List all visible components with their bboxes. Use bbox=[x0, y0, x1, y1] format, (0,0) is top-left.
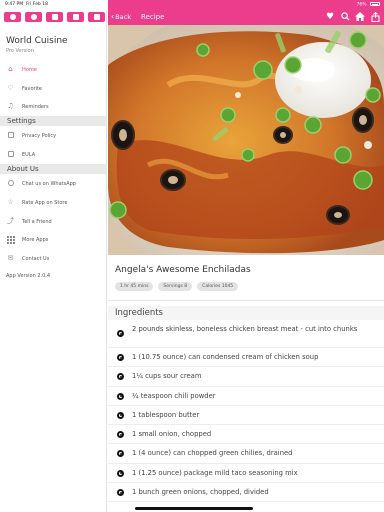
sidebar-item-label: Privacy Policy bbox=[22, 133, 57, 139]
radio-icon bbox=[117, 431, 124, 439]
sidebar-item-favorite[interactable]: ♡ Favorite bbox=[0, 81, 107, 96]
recipe-title: Angela's Awesome Enchiladas bbox=[115, 265, 251, 275]
share-icon[interactable] bbox=[370, 11, 380, 25]
ingredient-item[interactable]: ¼ teaspoon chili powder bbox=[108, 387, 384, 406]
mail-icon: ✉ bbox=[7, 254, 14, 262]
battery-icon bbox=[370, 2, 380, 6]
home-icon[interactable] bbox=[355, 12, 365, 25]
sidebar-item-label: Favorite bbox=[22, 86, 42, 92]
sidebar-item-label: Contact Us bbox=[22, 256, 50, 262]
app-title: World Cuisine bbox=[6, 36, 68, 46]
ingredient-item[interactable]: 1 (1.25 ounce) package mild taco seasoni… bbox=[108, 464, 384, 484]
document-icon bbox=[7, 151, 14, 158]
sidebar: World Cuisine Pro Version ⌂ Home ♡ Favor… bbox=[0, 10, 107, 512]
calories-badge: Calories 1045 bbox=[197, 282, 239, 291]
radio-icon bbox=[117, 330, 124, 337]
app-version: App Version 2.0.4 bbox=[6, 273, 51, 279]
sidebar-item-label: Chat us on WhatsApp bbox=[22, 181, 76, 187]
time-badge: 1 hr 45 mins bbox=[115, 282, 154, 291]
servings-badge: Servings 8 bbox=[158, 282, 193, 291]
back-button[interactable]: ‹ Back bbox=[111, 12, 131, 22]
share-icon: ⤴ bbox=[7, 217, 14, 225]
linkedin-icon[interactable] bbox=[67, 12, 84, 22]
heart-icon[interactable]: ♥ bbox=[325, 12, 335, 25]
ingredient-item[interactable]: 2 pounds skinless, boneless chicken brea… bbox=[108, 320, 384, 348]
navbar: ‹ Back Recipe ♥ bbox=[108, 10, 384, 25]
status-bar-left: 9:47 PM Fri Feb 18 bbox=[0, 0, 107, 10]
ingredient-text: 1 (4 ounce) can chopped green chilies, d… bbox=[132, 449, 293, 458]
home-icon: ⌂ bbox=[8, 65, 13, 73]
status-time: 9:47 PM Fri Feb 18 bbox=[5, 2, 48, 7]
social-links bbox=[4, 12, 105, 22]
ingredient-text: ¼ teaspoon chili powder bbox=[132, 391, 216, 400]
radio-icon bbox=[117, 354, 124, 361]
share-icon[interactable] bbox=[4, 12, 21, 22]
radio-icon bbox=[117, 489, 124, 497]
sidebar-item-privacy-policy[interactable]: Privacy Policy bbox=[0, 128, 107, 143]
home-indicator bbox=[135, 507, 253, 510]
chat-icon bbox=[7, 180, 14, 187]
ingredient-text: 1 bunch green onions, chopped, divided bbox=[132, 488, 269, 497]
star-icon: ☆ bbox=[7, 198, 14, 206]
ingredient-text: 2 pounds skinless, boneless chicken brea… bbox=[132, 325, 358, 333]
search-icon[interactable] bbox=[340, 12, 350, 25]
heart-icon: ♡ bbox=[7, 84, 14, 92]
ingredient-text: 1¼ cups sour cream bbox=[132, 372, 202, 381]
ingredient-text: 1 tablespoon butter bbox=[132, 410, 200, 419]
recipe-meta: 1 hr 45 mins Servings 8 Calories 1045 bbox=[115, 282, 239, 291]
ingredient-item[interactable]: 1 (4 ounce) can chopped green chilies, d… bbox=[108, 444, 384, 464]
recipe-photo bbox=[108, 25, 384, 255]
chevron-left-icon: ‹ bbox=[111, 12, 115, 21]
youtube-icon[interactable] bbox=[88, 12, 105, 22]
divider bbox=[108, 300, 384, 301]
ingredient-text: 1 (1.25 ounce) package mild taco seasoni… bbox=[132, 468, 298, 477]
sidebar-item-tell-friend[interactable]: ⤴ Tell a Friend bbox=[0, 214, 107, 229]
twitter-icon[interactable] bbox=[46, 12, 63, 22]
sidebar-item-whatsapp[interactable]: Chat us on WhatsApp bbox=[0, 176, 107, 191]
radio-icon bbox=[117, 469, 124, 477]
ingredient-item[interactable]: 1¼ cups sour cream bbox=[108, 367, 384, 387]
ingredient-item[interactable]: 1 tablespoon butter bbox=[108, 406, 384, 426]
sidebar-item-rate-app[interactable]: ☆ Rate App on Store bbox=[0, 195, 107, 210]
back-label: Back bbox=[115, 13, 131, 21]
sidebar-item-label: Rate App on Store bbox=[22, 200, 68, 206]
battery-percent: 76% bbox=[356, 2, 367, 8]
ingredient-text: 1 (10.75 ounce) can condensed cream of c… bbox=[132, 353, 319, 361]
sidebar-item-label: EULA bbox=[22, 152, 36, 158]
dribbble-icon[interactable] bbox=[25, 12, 42, 22]
ingredients-list: 2 pounds skinless, boneless chicken brea… bbox=[108, 320, 384, 503]
radio-icon bbox=[117, 411, 124, 419]
ingredient-item[interactable]: 1 bunch green onions, chopped, divided bbox=[108, 483, 384, 503]
radio-icon bbox=[117, 450, 124, 458]
status-bar-right: 76% bbox=[108, 0, 384, 10]
ingredients-header: Ingredients bbox=[108, 306, 384, 320]
nav-actions: ♥ bbox=[325, 11, 380, 25]
grid-icon bbox=[7, 236, 15, 244]
sidebar-item-label: Reminders bbox=[22, 104, 49, 110]
section-header-settings: Settings bbox=[0, 116, 107, 126]
ingredient-item[interactable]: 1 small onion, chopped bbox=[108, 425, 384, 445]
radio-icon bbox=[117, 373, 124, 381]
sidebar-item-reminders[interactable]: ♫ Reminders bbox=[0, 99, 107, 114]
sidebar-item-eula[interactable]: EULA bbox=[0, 147, 107, 162]
sidebar-item-home[interactable]: ⌂ Home bbox=[0, 62, 107, 77]
ingredient-text: 1 small onion, chopped bbox=[132, 430, 212, 439]
radio-icon bbox=[117, 392, 124, 400]
document-icon bbox=[7, 132, 14, 139]
app-subtitle: Pro Version bbox=[6, 48, 34, 54]
sidebar-item-label: More Apps bbox=[22, 237, 49, 243]
sidebar-item-contact[interactable]: ✉ Contact Us bbox=[0, 251, 107, 266]
sidebar-item-more-apps[interactable]: More Apps bbox=[0, 232, 107, 247]
ingredient-item[interactable]: 1 (10.75 ounce) can condensed cream of c… bbox=[108, 348, 384, 368]
section-header-about: About Us bbox=[0, 164, 107, 174]
bell-icon: ♫ bbox=[7, 102, 14, 110]
page-title: Recipe bbox=[141, 13, 165, 21]
status-icons: 76% bbox=[357, 2, 380, 8]
sidebar-item-label: Tell a Friend bbox=[22, 219, 52, 225]
sidebar-item-label: Home bbox=[22, 67, 37, 73]
